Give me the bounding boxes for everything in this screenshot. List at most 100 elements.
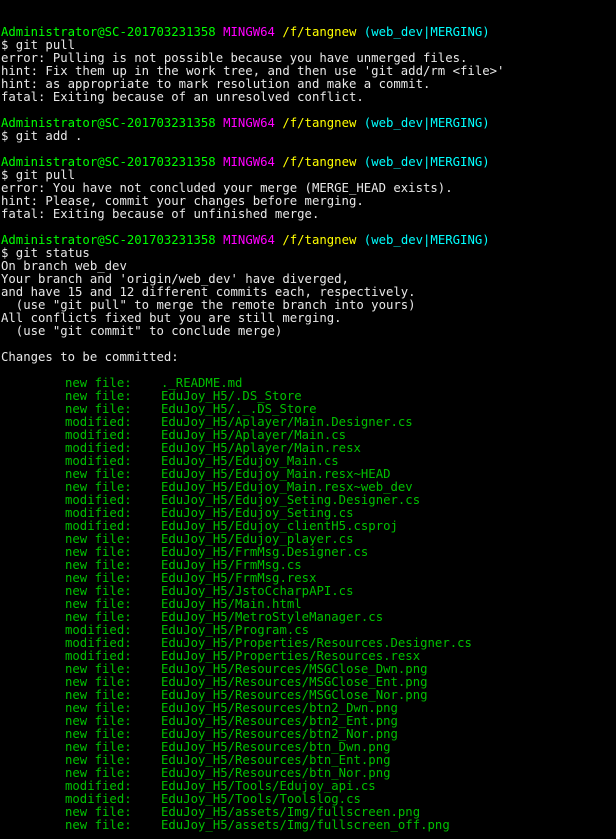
file-status: new file:	[65, 702, 132, 715]
staged-file-row: new file: EduJoy_H5/Resources/MSGClose_No…	[1, 689, 616, 702]
command-line: $ git status	[1, 247, 90, 260]
prompt-branch: (web_dev|MERGING)	[363, 234, 490, 247]
file-path: EduJoy_H5/assets/Img/fullscreen_off.png	[161, 819, 450, 832]
staged-file-row: modified: EduJoy_H5/Edujoy_clientH5.cspro…	[1, 520, 616, 533]
staged-file-row: new file: ._README.md	[1, 377, 616, 390]
output-line: (use "git pull" to merge the remote bran…	[1, 299, 416, 312]
terminal-window[interactable]: Administrator@SC-201703231358 MINGW64 /f…	[1, 0, 616, 839]
file-path: EduJoy_H5/Aplayer/Main.resx	[161, 442, 361, 455]
file-status: new file:	[65, 468, 132, 481]
prompt-line: Administrator@SC-201703231358 MINGW64 /f…	[1, 117, 616, 130]
staged-file-row: new file: EduJoy_H5/Edujoy_Main.resx~HEAD	[1, 468, 616, 481]
file-status: modified:	[65, 416, 132, 429]
file-path: EduJoy_H5/Resources/btn2_Ent.png	[161, 715, 398, 728]
file-path: EduJoy_H5/.DS_Store	[161, 390, 302, 403]
file-status: new file:	[65, 767, 132, 780]
file-path: EduJoy_H5/MetroStyleManager.cs	[161, 611, 384, 624]
staged-file-row: modified: EduJoy_H5/Edujoy_Main.cs	[1, 455, 616, 468]
output-line: On branch web_dev	[1, 260, 127, 273]
output-line: hint: as appropriate to mark resolution …	[1, 78, 431, 91]
file-status: new file:	[65, 559, 132, 572]
file-path: EduJoy_H5/Edujoy_Main.resx~web_dev	[161, 481, 413, 494]
file-path: EduJoy_H5/Aplayer/Main.cs	[161, 429, 347, 442]
file-status: modified:	[65, 442, 132, 455]
staged-file-row: modified: EduJoy_H5/Edujoy_Seting.cs	[1, 507, 616, 520]
staged-file-row: new file: EduJoy_H5/Main.html	[1, 598, 616, 611]
staged-file-row: modified: EduJoy_H5/Aplayer/Main.resx	[1, 442, 616, 455]
prompt-mingw-label: MINGW64	[223, 234, 275, 247]
file-status: new file:	[65, 585, 132, 598]
staged-file-row: modified: EduJoy_H5/Properties/Resources.…	[1, 637, 616, 650]
file-status: modified:	[65, 650, 132, 663]
staged-file-row: new file: EduJoy_H5/Resources/MSGClose_Dw…	[1, 663, 616, 676]
file-status: new file:	[65, 741, 132, 754]
file-status: new file:	[65, 533, 132, 546]
prompt-path: /f/tangnew	[282, 117, 357, 130]
file-status: new file:	[65, 403, 132, 416]
prompt-branch: (web_dev|MERGING)	[363, 117, 490, 130]
file-path: EduJoy_H5/Edujoy_Main.resx~HEAD	[161, 468, 391, 481]
file-path: EduJoy_H5/Tools/Edujoy_api.cs	[161, 780, 376, 793]
file-path: EduJoy_H5/Resources/btn2_Nor.png	[161, 728, 398, 741]
staged-file-row: modified: EduJoy_H5/Edujoy_Seting.Designe…	[1, 494, 616, 507]
prompt-mingw-label: MINGW64	[223, 156, 275, 169]
file-path: EduJoy_H5/Resources/btn_Dwn.png	[161, 741, 391, 754]
staged-file-row: modified: EduJoy_H5/Properties/Resources.…	[1, 650, 616, 663]
output-line: Your branch and 'origin/web_dev' have di…	[1, 273, 349, 286]
command-line: $ git pull	[1, 169, 76, 182]
prompt-branch: (web_dev|MERGING)	[363, 26, 490, 39]
prompt-mingw-label: MINGW64	[223, 117, 275, 130]
output-line: hint: Fix them up in the work tree, and …	[1, 65, 505, 78]
staged-file-row: new file: EduJoy_H5/assets/Img/fullscreen…	[1, 819, 616, 832]
prompt-line: Administrator@SC-201703231358 MINGW64 /f…	[1, 156, 616, 169]
staged-file-row: new file: EduJoy_H5/Resources/btn2_Dwn.pn…	[1, 702, 616, 715]
file-path: EduJoy_H5/Properties/Resources.Designer.…	[161, 637, 472, 650]
file-status: new file:	[65, 377, 132, 390]
file-status: new file:	[65, 390, 132, 403]
file-status: new file:	[65, 546, 132, 559]
file-path: EduJoy_H5/assets/Img/fullscreen.png	[161, 806, 421, 819]
terminal-output: Administrator@SC-201703231358 MINGW64 /f…	[1, 26, 616, 832]
file-status: new file:	[65, 819, 132, 832]
output-line: Changes to be committed:	[1, 351, 179, 364]
file-path: EduJoy_H5/Resources/MSGClose_Nor.png	[161, 689, 428, 702]
staged-file-row: new file: EduJoy_H5/._.DS_Store	[1, 403, 616, 416]
file-status: new file:	[65, 715, 132, 728]
staged-file-row: new file: EduJoy_H5/Resources/btn_Dwn.png	[1, 741, 616, 754]
staged-file-row: new file: EduJoy_H5/Resources/btn_Nor.png	[1, 767, 616, 780]
file-status: new file:	[65, 676, 132, 689]
file-status: new file:	[65, 572, 132, 585]
file-status: new file:	[65, 598, 132, 611]
file-path: EduJoy_H5/Edujoy_Main.cs	[161, 455, 339, 468]
file-path: EduJoy_H5/FrmMsg.cs	[161, 559, 302, 572]
file-path: EduJoy_H5/Resources/btn_Nor.png	[161, 767, 391, 780]
file-status: new file:	[65, 611, 132, 624]
command-line: $ git add .	[1, 130, 83, 143]
staged-file-row: modified: EduJoy_H5/Tools/Toolslog.cs	[1, 793, 616, 806]
file-status: modified:	[65, 455, 132, 468]
file-status: modified:	[65, 793, 132, 806]
prompt-user-host: Administrator@SC-201703231358	[1, 26, 216, 39]
file-path: EduJoy_H5/Properties/Resources.resx	[161, 650, 421, 663]
output-line: error: Pulling is not possible because y…	[1, 52, 468, 65]
file-path: ._README.md	[161, 377, 243, 390]
staged-file-row: modified: EduJoy_H5/Aplayer/Main.cs	[1, 429, 616, 442]
file-path: EduJoy_H5/Aplayer/Main.Designer.cs	[161, 416, 413, 429]
staged-file-row: new file: EduJoy_H5/.DS_Store	[1, 390, 616, 403]
prompt-line: Administrator@SC-201703231358 MINGW64 /f…	[1, 26, 616, 39]
staged-file-row: new file: EduJoy_H5/JstoCcharpAPI.cs	[1, 585, 616, 598]
staged-file-row: modified: EduJoy_H5/Aplayer/Main.Designer…	[1, 416, 616, 429]
output-line: hint: Please, commit your changes before…	[1, 195, 364, 208]
staged-file-row: new file: EduJoy_H5/assets/Img/fullscreen…	[1, 806, 616, 819]
file-path: EduJoy_H5/Resources/btn_Ent.png	[161, 754, 391, 767]
prompt-branch: (web_dev|MERGING)	[363, 156, 490, 169]
staged-file-row: new file: EduJoy_H5/MetroStyleManager.cs	[1, 611, 616, 624]
file-status: modified:	[65, 780, 132, 793]
staged-file-row: new file: EduJoy_H5/FrmMsg.resx	[1, 572, 616, 585]
prompt-path: /f/tangnew	[282, 156, 357, 169]
